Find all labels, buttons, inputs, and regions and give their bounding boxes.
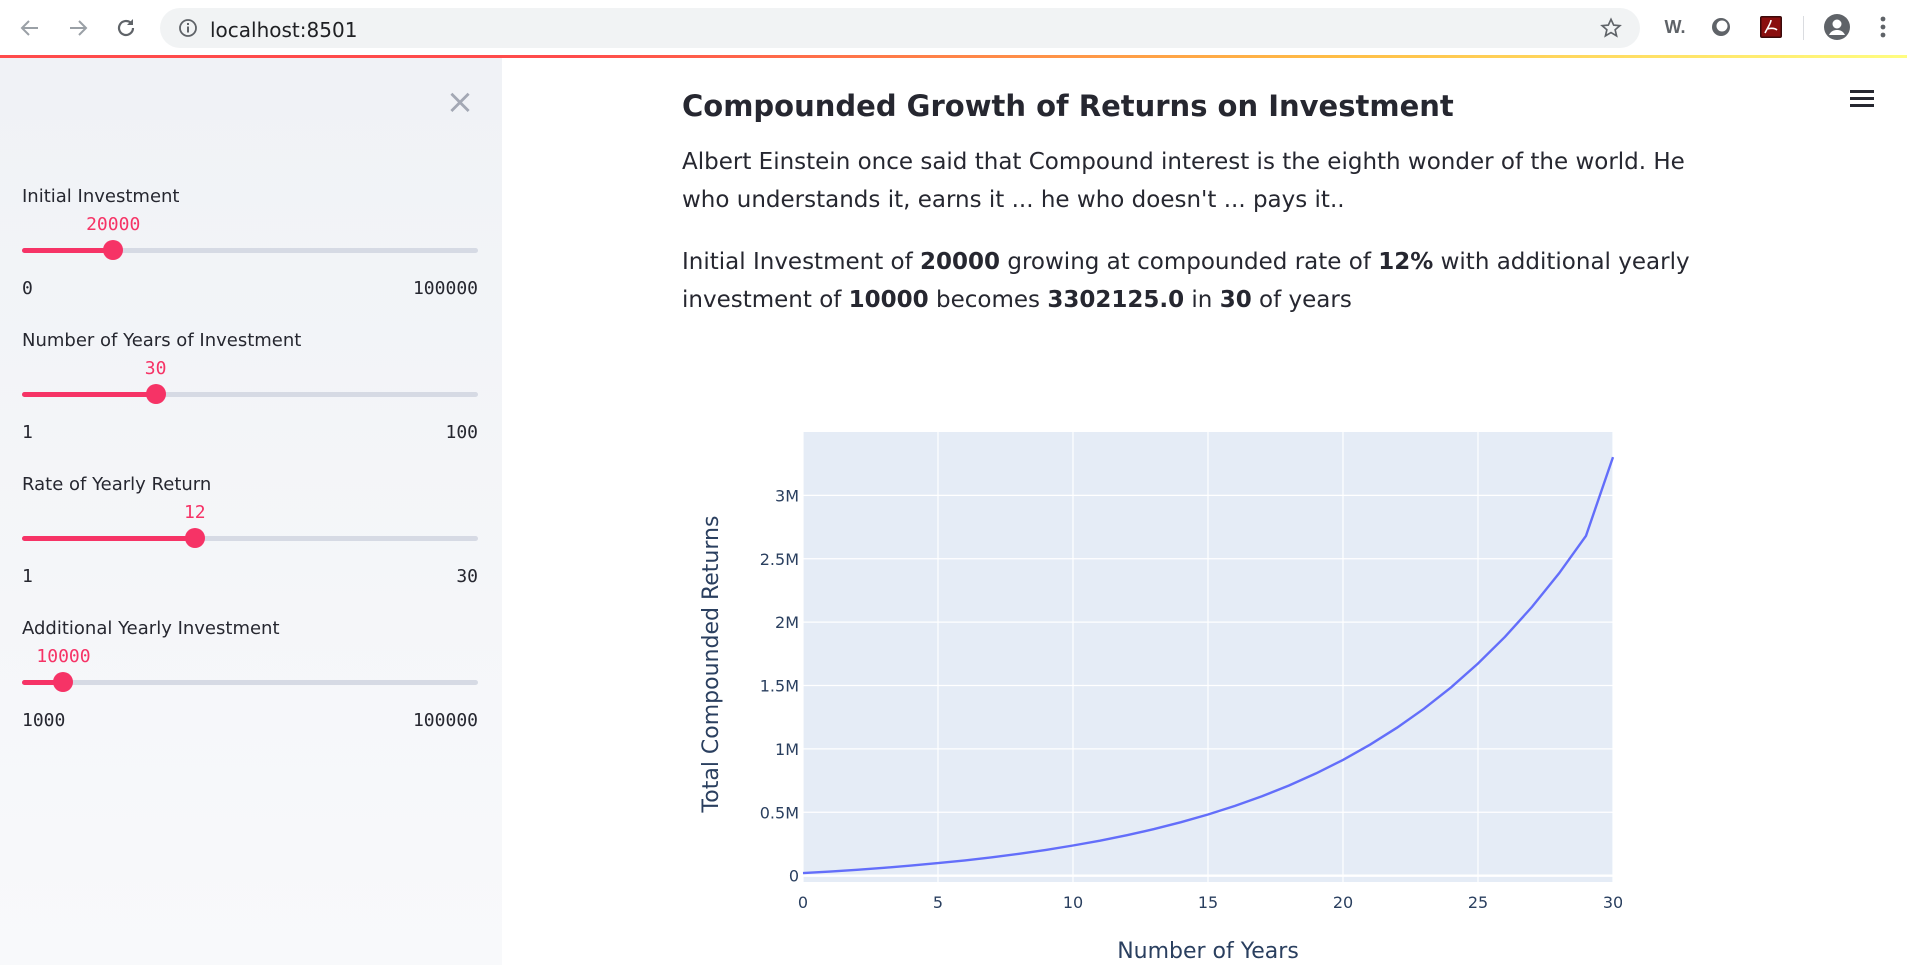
slider-fill <box>22 536 195 541</box>
x-tick-label: 20 <box>1333 893 1353 912</box>
forward-arrow-icon[interactable] <box>64 14 92 42</box>
summary-paragraph: Initial Investment of 20000 growing at c… <box>682 249 1690 313</box>
reload-icon[interactable] <box>112 14 140 42</box>
x-tick-label: 25 <box>1468 893 1488 912</box>
slider-label: Additional Yearly Investment <box>22 618 280 639</box>
x-tick-label: 15 <box>1198 893 1218 912</box>
x-tick-label: 30 <box>1603 893 1622 912</box>
slider-max: 100000 <box>412 278 478 299</box>
y-tick-label: 0.5M <box>760 803 799 822</box>
slider-value: 12 <box>183 502 206 523</box>
slider-thumb[interactable] <box>145 384 166 404</box>
slider-max: 30 <box>456 566 478 587</box>
slider-number-of-years: Number of Years of Investment 30 1 100 <box>22 330 478 450</box>
y-tick-label: 1M <box>775 740 799 759</box>
slider-label: Rate of Yearly Return <box>22 474 212 495</box>
slider-fill <box>22 248 114 253</box>
slider-track[interactable] <box>22 384 478 404</box>
slider-fill <box>22 392 156 397</box>
slider-max: 100 <box>445 422 478 443</box>
hamburger-menu-icon[interactable] <box>1850 86 1880 116</box>
info-icon[interactable] <box>178 18 198 38</box>
slider-track[interactable] <box>22 528 478 548</box>
bookmark-star-icon[interactable] <box>1600 17 1622 39</box>
profile-avatar-icon[interactable] <box>1822 12 1852 42</box>
extension-w-icon[interactable]: W. <box>1660 12 1690 42</box>
toolbar-divider <box>1803 16 1804 40</box>
slider-min: 1 <box>22 566 33 587</box>
summary-years: 30 <box>1219 287 1252 313</box>
page-title: Compounded Growth of Returns on Investme… <box>682 89 1454 123</box>
slider-thumb[interactable] <box>184 528 205 548</box>
slider-label: Number of Years of Investment <box>22 330 302 351</box>
address-bar[interactable]: localhost:8501 <box>160 8 1640 48</box>
quote-paragraph: Albert Einstein once said that Compound … <box>682 149 1685 213</box>
slider-min: 1000 <box>22 710 66 731</box>
slider-thumb[interactable] <box>53 672 74 692</box>
y-axis-label: Total Compounded Returns <box>699 516 724 814</box>
y-tick-label: 0 <box>789 867 799 886</box>
slider-track[interactable] <box>22 240 478 260</box>
x-tick-label: 0 <box>798 893 808 912</box>
close-sidebar-icon[interactable]: × <box>440 82 480 122</box>
browser-menu-icon[interactable] <box>1868 12 1898 42</box>
summary-result: 3302125.0 <box>1047 287 1185 313</box>
growth-line-chart[interactable]: 0 5 10 15 20 25 30 0 0.5M 1M 1.5M 2M 2.5M 3M Number o… <box>682 400 1622 965</box>
slider-min: 0 <box>22 278 33 299</box>
acrobat-icon[interactable] <box>1756 12 1786 42</box>
slider-additional-yearly-investment: Additional Yearly Investment 10000 1000 … <box>22 618 478 738</box>
slider-rate-of-yearly-return: Rate of Yearly Return 12 1 30 <box>22 474 478 594</box>
summary-initial: 20000 <box>920 249 1001 275</box>
slider-value: 10000 <box>36 646 91 667</box>
extension-circle-icon[interactable] <box>1706 12 1736 42</box>
slider-label: Initial Investment <box>22 186 180 207</box>
y-tick-label: 2M <box>775 613 799 632</box>
back-arrow-icon[interactable] <box>16 14 44 42</box>
y-tick-label: 2.5M <box>760 550 799 569</box>
slider-value: 20000 <box>86 214 141 235</box>
browser-toolbar: localhost:8501 W. <box>0 0 1907 55</box>
slider-max: 100000 <box>412 710 478 731</box>
slider-thumb[interactable] <box>103 240 124 260</box>
slider-initial-investment: Initial Investment 20000 0 100000 <box>22 186 478 306</box>
y-tick-label: 3M <box>775 486 799 505</box>
slider-track[interactable] <box>22 672 478 692</box>
x-tick-label: 10 <box>1063 893 1083 912</box>
sidebar: × Initial Investment 20000 0 100000 Numb… <box>0 58 502 965</box>
slider-min: 1 <box>22 422 33 443</box>
x-axis-label: Number of Years <box>1117 939 1299 964</box>
y-tick-label: 1.5M <box>760 677 799 696</box>
x-tick-label: 5 <box>933 893 943 912</box>
slider-value: 30 <box>144 358 167 379</box>
summary-additional: 10000 <box>848 287 929 313</box>
summary-rate: 12% <box>1378 249 1434 275</box>
url-text: localhost:8501 <box>210 18 358 42</box>
